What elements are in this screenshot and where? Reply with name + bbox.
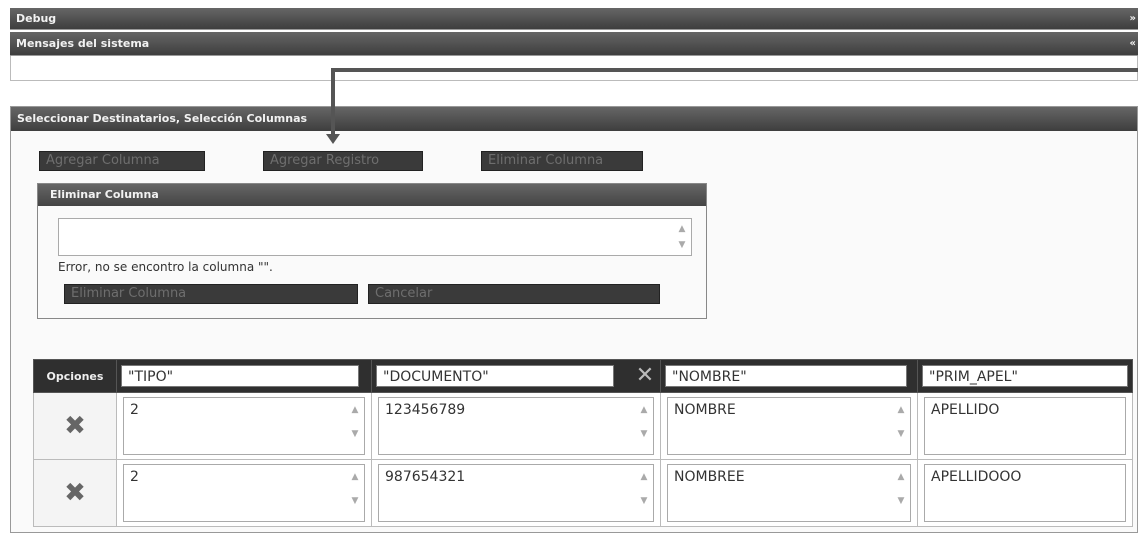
expand-arrow-icon[interactable]: » (1130, 8, 1136, 30)
cell-value: NOMBRE (674, 402, 736, 418)
system-messages-bar[interactable]: Mensajes del sistema « (10, 32, 1138, 56)
cell-textarea[interactable]: NOMBRE ▲ ▼ (667, 397, 911, 455)
cell-textarea[interactable]: 2 ▲ ▼ (123, 397, 365, 455)
scroll-up-icon[interactable]: ▲ (675, 221, 689, 237)
column-header-input[interactable]: "TIPO" (121, 365, 359, 387)
table-cell: APELLIDO (917, 392, 1133, 460)
delete-row-icon[interactable]: ✖ (64, 478, 86, 508)
panel-title: Seleccionar Destinatarios, Selección Col… (11, 107, 1137, 131)
column-name-textarea[interactable]: ▲ ▼ (58, 218, 692, 256)
annotation-arrow-icon (326, 134, 340, 144)
delete-row-icon[interactable]: ✖ (64, 411, 86, 441)
table-header-row: Opciones "TIPO" "DOCUMENTO" ✕ "NOMBRE" "… (33, 359, 1133, 393)
cell-value: 987654321 (385, 469, 466, 485)
scroll-down-icon[interactable]: ▼ (348, 493, 362, 517)
table-cell: 2 ▲ ▼ (116, 459, 372, 527)
cell-textarea[interactable]: 123456789 ▲ ▼ (378, 397, 654, 455)
add-column-button[interactable]: Agregar Columna (39, 151, 205, 171)
cell-textarea[interactable]: APELLIDO (924, 397, 1126, 455)
delete-column-dialog: Eliminar Columna ▲ ▼ Error, no se encont… (37, 183, 707, 319)
scroll-up-icon[interactable]: ▲ (894, 469, 908, 493)
table-row: ✖ 2 ▲ ▼ 987654321 ▲ ▼ NOMBREE ▲ ▼ APELLIDOO… (33, 459, 1133, 527)
scroll-down-icon[interactable]: ▼ (675, 237, 689, 253)
cell-textarea[interactable]: 987654321 ▲ ▼ (378, 464, 654, 522)
cell-scrollbar[interactable]: ▲ ▼ (348, 469, 362, 517)
column-header-cell: "PRIM_APEL" (917, 359, 1133, 393)
row-options-cell: ✖ (33, 392, 117, 460)
scroll-down-icon[interactable]: ▼ (637, 426, 651, 450)
cell-scrollbar[interactable]: ▲ ▼ (894, 469, 908, 517)
system-messages-title: Mensajes del sistema (16, 37, 150, 50)
debug-title: Debug (16, 12, 57, 25)
dialog-cancel-button[interactable]: Cancelar (368, 284, 660, 304)
dialog-title: Eliminar Columna (38, 184, 706, 206)
cell-scrollbar[interactable]: ▲ ▼ (894, 402, 908, 450)
options-header: Opciones (33, 359, 117, 393)
table-cell: APELLIDOOO (917, 459, 1133, 527)
scroll-up-icon[interactable]: ▲ (637, 469, 651, 493)
table-row: ✖ 2 ▲ ▼ 123456789 ▲ ▼ NOMBRE ▲ ▼ APELLIDO (33, 392, 1133, 460)
cell-textarea[interactable]: 2 ▲ ▼ (123, 464, 365, 522)
column-header-cell: "DOCUMENTO" ✕ (371, 359, 661, 393)
error-message: Error, no se encontro la columna "". (58, 260, 273, 274)
cell-value: APELLIDO (931, 402, 1000, 418)
scroll-down-icon[interactable]: ▼ (894, 493, 908, 517)
cell-value: 123456789 (385, 402, 466, 418)
debug-bar[interactable]: Debug » (10, 8, 1138, 30)
close-icon[interactable]: ✕ (632, 363, 658, 389)
cell-textarea[interactable]: APELLIDOOO (924, 464, 1126, 522)
table-cell: NOMBRE ▲ ▼ (660, 392, 918, 460)
cell-value: NOMBREE (674, 469, 745, 485)
table-cell: 123456789 ▲ ▼ (371, 392, 661, 460)
table-cell: NOMBREE ▲ ▼ (660, 459, 918, 527)
table-cell: 987654321 ▲ ▼ (371, 459, 661, 527)
cell-scrollbar[interactable]: ▲ ▼ (637, 402, 651, 450)
scroll-up-icon[interactable]: ▲ (348, 469, 362, 493)
scroll-up-icon[interactable]: ▲ (348, 402, 362, 426)
cell-value: 2 (130, 469, 139, 485)
column-header-input[interactable]: "PRIM_APEL" (922, 365, 1128, 387)
columns-table: Opciones "TIPO" "DOCUMENTO" ✕ "NOMBRE" "… (33, 359, 1133, 527)
table-cell: 2 ▲ ▼ (116, 392, 372, 460)
cell-textarea[interactable]: NOMBREE ▲ ▼ (667, 464, 911, 522)
annotation-connector-line (331, 68, 335, 140)
select-recipients-panel: Seleccionar Destinatarios, Selección Col… (10, 106, 1138, 533)
scroll-down-icon[interactable]: ▼ (348, 426, 362, 450)
annotation-connector-line (331, 68, 1138, 72)
scroll-up-icon[interactable]: ▲ (894, 402, 908, 426)
scroll-up-icon[interactable]: ▲ (637, 402, 651, 426)
cell-scrollbar[interactable]: ▲ ▼ (348, 402, 362, 450)
textarea-scrollbar[interactable]: ▲ ▼ (675, 221, 689, 253)
cell-value: APELLIDOOO (931, 469, 1022, 485)
column-header-cell: "NOMBRE" (660, 359, 918, 393)
column-header-input[interactable]: "NOMBRE" (665, 365, 907, 387)
row-options-cell: ✖ (33, 459, 117, 527)
cell-value: 2 (130, 402, 139, 418)
scroll-down-icon[interactable]: ▼ (637, 493, 651, 517)
column-header-input[interactable]: "DOCUMENTO" (376, 365, 614, 387)
collapse-arrow-icon[interactable]: « (1130, 32, 1136, 56)
dialog-delete-column-button[interactable]: Eliminar Columna (64, 284, 358, 304)
cell-scrollbar[interactable]: ▲ ▼ (637, 469, 651, 517)
add-record-button[interactable]: Agregar Registro (263, 151, 423, 171)
scroll-down-icon[interactable]: ▼ (894, 426, 908, 450)
delete-column-button[interactable]: Eliminar Columna (481, 151, 643, 171)
column-header-cell: "TIPO" (116, 359, 372, 393)
